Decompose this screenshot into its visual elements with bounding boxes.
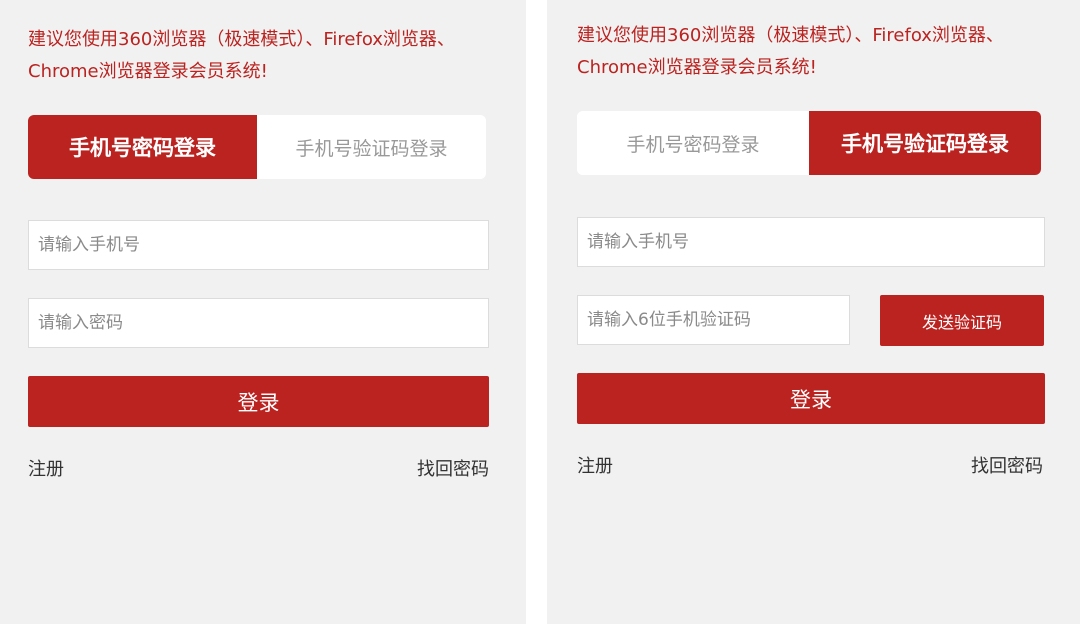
- phone-input[interactable]: [28, 220, 489, 270]
- password-login-panel: 建议您使用360浏览器（极速模式）、Firefox浏览器、Chrome浏览器登录…: [0, 0, 526, 624]
- login-button[interactable]: 登录: [577, 373, 1045, 424]
- login-button[interactable]: 登录: [28, 376, 489, 427]
- code-login-panel: 建议您使用360浏览器（极速模式）、Firefox浏览器、Chrome浏览器登录…: [547, 0, 1080, 624]
- tab-phone-password-login[interactable]: 手机号密码登录: [28, 115, 257, 179]
- phone-input[interactable]: [577, 217, 1045, 267]
- tab-phone-code-login[interactable]: 手机号验证码登录: [809, 111, 1041, 175]
- login-method-tabs: 手机号密码登录 手机号验证码登录: [28, 115, 486, 179]
- verification-code-input[interactable]: [577, 295, 850, 345]
- register-link[interactable]: 注册: [577, 452, 613, 478]
- password-input[interactable]: [28, 298, 489, 348]
- browser-notice: 建议您使用360浏览器（极速模式）、Firefox浏览器、Chrome浏览器登录…: [28, 29, 455, 82]
- browser-notice: 建议您使用360浏览器（极速模式）、Firefox浏览器、Chrome浏览器登录…: [577, 25, 1004, 78]
- tab-phone-code-login[interactable]: 手机号验证码登录: [257, 115, 486, 179]
- tab-phone-password-login[interactable]: 手机号密码登录: [577, 111, 809, 175]
- forgot-password-link[interactable]: 找回密码: [417, 455, 489, 481]
- register-link[interactable]: 注册: [28, 455, 64, 481]
- login-method-tabs: 手机号密码登录 手机号验证码登录: [577, 111, 1041, 175]
- send-code-button[interactable]: 发送验证码: [880, 295, 1044, 346]
- forgot-password-link[interactable]: 找回密码: [971, 452, 1043, 478]
